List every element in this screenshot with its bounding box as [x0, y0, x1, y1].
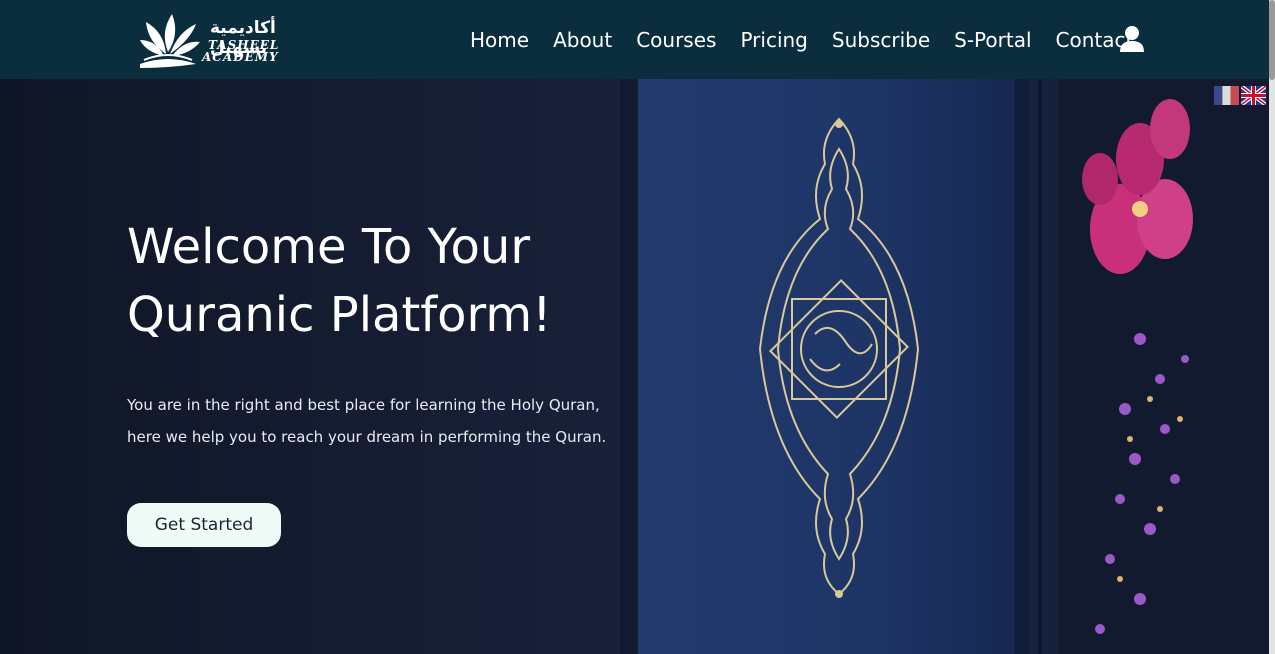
hero-description: You are in the right and best place for … — [127, 396, 607, 446]
logo-name-line2: ACADEMY — [202, 50, 279, 64]
scrollbar-thumb[interactable] — [1269, 0, 1275, 80]
logo[interactable]: أكاديمية تسهيل TASHEEL ACADEMY — [138, 8, 318, 72]
quran-book-image — [620, 79, 1275, 654]
nav-about[interactable]: About — [541, 26, 624, 54]
nav-courses[interactable]: Courses — [624, 26, 728, 54]
user-icon[interactable] — [1119, 25, 1145, 53]
flag-france-icon[interactable] — [1214, 86, 1239, 105]
get-started-button[interactable]: Get Started — [127, 503, 281, 547]
scrollbar[interactable] — [1269, 0, 1275, 654]
hero-section: Welcome To Your Quranic Platform! You ar… — [0, 79, 1275, 654]
nav-pricing[interactable]: Pricing — [728, 26, 819, 54]
flag-uk-icon[interactable] — [1241, 86, 1266, 105]
language-switcher — [1214, 86, 1266, 105]
navbar: أكاديمية تسهيل TASHEEL ACADEMY Home Abou… — [0, 0, 1275, 79]
nav-home[interactable]: Home — [458, 26, 541, 54]
nav-subscribe[interactable]: Subscribe — [820, 26, 942, 54]
hero-title: Welcome To Your Quranic Platform! — [127, 219, 552, 343]
nav-s-portal[interactable]: S-Portal — [942, 26, 1043, 54]
main-navigation: Home About Courses Pricing Subscribe S-P… — [458, 26, 1145, 54]
